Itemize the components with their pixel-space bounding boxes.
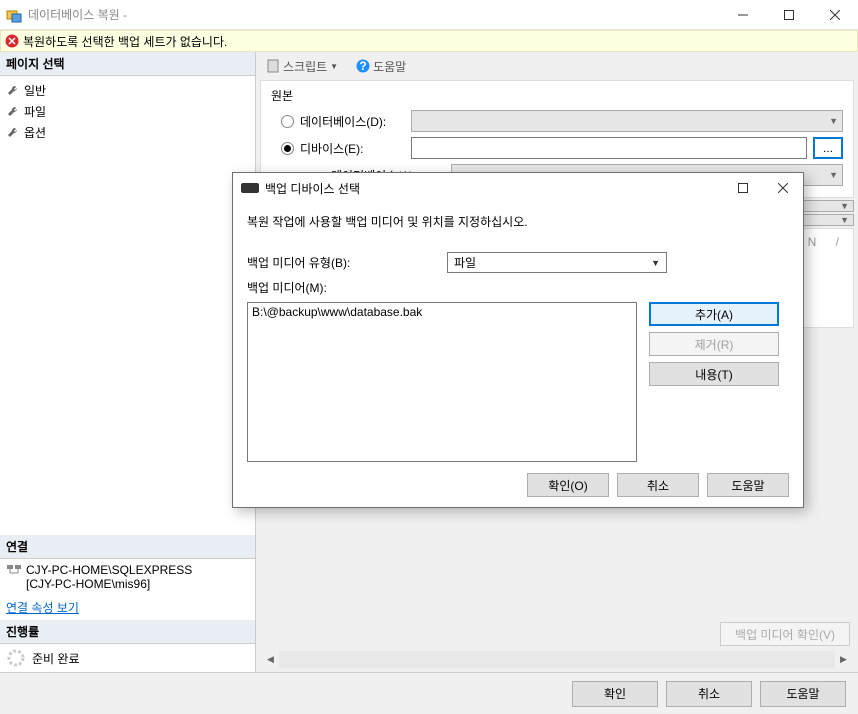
scroll-track[interactable] (279, 651, 835, 668)
progress-header: 진행률 (0, 620, 255, 644)
server-icon (6, 563, 22, 579)
main-ok-button[interactable]: 확인 (572, 681, 658, 707)
media-type-label: 백업 미디어 유형(B): (247, 254, 447, 271)
chevron-down-icon: ▼ (330, 62, 338, 71)
spinner-icon (6, 648, 26, 668)
window-titlebar: 데이터베이스 복원 - (0, 0, 858, 30)
chevron-down-icon: ▼ (840, 215, 849, 225)
error-icon (5, 34, 19, 48)
chevron-down-icon: ▼ (651, 258, 660, 268)
maximize-button[interactable] (766, 0, 812, 30)
device-radio[interactable] (281, 142, 294, 155)
sidebar-item-options[interactable]: 옵션 (0, 122, 255, 143)
horizontal-scrollbar[interactable]: ◀ ▶ (262, 651, 852, 668)
backup-device-dialog: 백업 디바이스 선택 복원 작업에 사용할 백업 미디어 및 위치를 지정하십시… (232, 172, 804, 508)
main-cancel-button[interactable]: 취소 (666, 681, 752, 707)
chevron-down-icon: ▼ (829, 116, 838, 126)
dialog-close-button[interactable] (763, 174, 803, 202)
chevron-down-icon: ▼ (829, 170, 838, 180)
sidebar-item-label: 파일 (24, 103, 46, 120)
sidebar-item-label: 옵션 (24, 124, 46, 141)
bottom-button-bar: 확인 취소 도움말 (0, 672, 858, 714)
window-title: 데이터베이스 복원 - (28, 6, 720, 23)
dialog-titlebar: 백업 디바이스 선택 (233, 173, 803, 203)
user-name: [CJY-PC-HOME\mis96] (26, 577, 192, 591)
close-button[interactable] (812, 0, 858, 30)
database-radio[interactable] (281, 115, 294, 128)
dialog-instruction: 복원 작업에 사용할 백업 미디어 및 위치를 지정하십시오. (247, 213, 789, 230)
app-icon (6, 7, 22, 23)
database-radio-label: 데이터베이스(D): (300, 113, 386, 130)
list-item[interactable]: B:\@backup\www\database.bak (252, 305, 632, 319)
chevron-down-icon: ▼ (840, 201, 849, 211)
placeholder-text: N / (808, 235, 847, 249)
minimize-button[interactable] (720, 0, 766, 30)
add-button[interactable]: 추가(A) (649, 302, 779, 326)
wrench-icon (6, 105, 20, 119)
script-button[interactable]: 스크립트 ▼ (262, 56, 342, 77)
page-select-header: 페이지 선택 (0, 52, 255, 76)
scroll-right-arrow[interactable]: ▶ (835, 651, 852, 668)
backup-media-list[interactable]: B:\@backup\www\database.bak (247, 302, 637, 462)
sidebar: 페이지 선택 일반 파일 옵션 연결 CJY-PC-HOME\SQLEXPRES… (0, 52, 256, 672)
view-connection-props-link[interactable]: 연결 속성 보기 (6, 599, 79, 616)
source-group-title: 원본 (271, 87, 843, 104)
help-button[interactable]: ? 도움말 (352, 56, 410, 77)
remove-button: 제거(R) (649, 332, 779, 356)
warning-bar: 복원하도록 선택한 백업 세트가 없습니다. (0, 30, 858, 52)
script-icon (266, 59, 280, 73)
dialog-help-button[interactable]: 도움말 (707, 473, 789, 497)
contents-button[interactable]: 내용(T) (649, 362, 779, 386)
wrench-icon (6, 84, 20, 98)
dialog-ok-button[interactable]: 확인(O) (527, 473, 609, 497)
device-icon (241, 183, 259, 193)
sidebar-item-general[interactable]: 일반 (0, 80, 255, 101)
source-database-combo[interactable]: ▼ (411, 110, 843, 132)
wrench-icon (6, 126, 20, 140)
dialog-maximize-button[interactable] (723, 174, 763, 202)
content-toolbar: 스크립트 ▼ ? 도움말 (258, 54, 856, 78)
browse-device-button[interactable]: ... (813, 137, 843, 159)
svg-text:?: ? (359, 59, 366, 73)
main-help-button[interactable]: 도움말 (760, 681, 846, 707)
media-list-label: 백업 미디어(M): (247, 279, 447, 296)
server-name: CJY-PC-HOME\SQLEXPRESS (26, 563, 192, 577)
scroll-left-arrow[interactable]: ◀ (262, 651, 279, 668)
device-radio-label: 디바이스(E): (300, 140, 364, 157)
warning-message: 복원하도록 선택한 백업 세트가 없습니다. (23, 33, 227, 50)
verify-backup-button: 백업 미디어 확인(V) (720, 622, 850, 646)
progress-status: 준비 완료 (32, 650, 80, 667)
help-icon: ? (356, 59, 370, 73)
media-type-combo[interactable]: 파일 ▼ (447, 252, 667, 273)
dialog-cancel-button[interactable]: 취소 (617, 473, 699, 497)
connection-header: 연결 (0, 535, 255, 559)
sidebar-item-files[interactable]: 파일 (0, 101, 255, 122)
device-path-input[interactable] (411, 137, 807, 159)
sidebar-item-label: 일반 (24, 82, 46, 99)
dialog-title: 백업 디바이스 선택 (265, 180, 360, 197)
